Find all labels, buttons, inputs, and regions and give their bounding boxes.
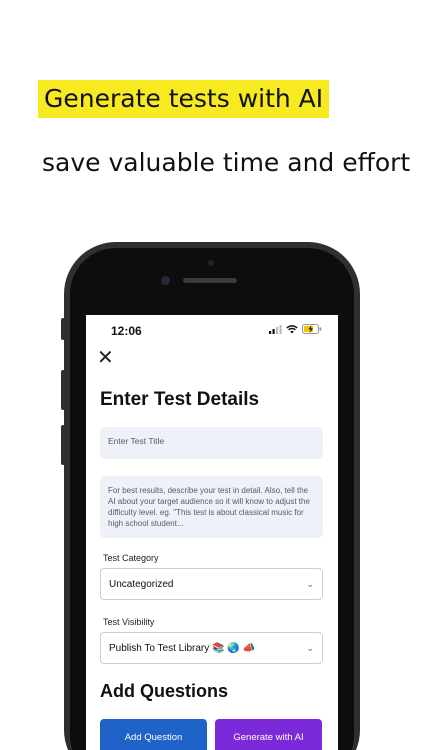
status-icons bbox=[269, 324, 322, 334]
generate-with-ai-button[interactable]: Generate with AI bbox=[215, 719, 322, 750]
mute-switch bbox=[61, 318, 65, 340]
signal-icon bbox=[269, 324, 282, 334]
earpiece-speaker bbox=[183, 278, 237, 283]
category-select[interactable]: Uncategorized ⌄ bbox=[100, 568, 323, 600]
form-title: Enter Test Details bbox=[100, 389, 260, 410]
add-question-button[interactable]: Add Question bbox=[100, 719, 207, 750]
power-button bbox=[355, 372, 359, 432]
wifi-icon bbox=[286, 324, 298, 333]
test-description-input[interactable]: For best results, describe your test in … bbox=[100, 476, 323, 538]
chevron-down-icon: ⌄ bbox=[306, 642, 314, 653]
visibility-select[interactable]: Publish To Test Library 📚 🌏 📣 ⌄ bbox=[100, 632, 323, 664]
volume-down-button bbox=[61, 425, 65, 465]
close-icon[interactable]: ✕ bbox=[97, 346, 114, 370]
volume-up-button bbox=[61, 370, 65, 410]
promo-subline: save valuable time and effort bbox=[42, 148, 411, 177]
add-questions-heading: Add Questions bbox=[100, 681, 229, 701]
proximity-sensor bbox=[208, 260, 214, 266]
status-time: 12:06 bbox=[111, 324, 142, 338]
visibility-value: Publish To Test Library 📚 🌏 📣 bbox=[109, 642, 255, 654]
chevron-down-icon: ⌄ bbox=[306, 578, 314, 589]
front-camera bbox=[161, 276, 170, 285]
battery-icon bbox=[302, 324, 322, 334]
category-label: Test Category bbox=[103, 553, 159, 563]
app-screen: 12:06 ✕ Enter Test Details Enter Test Ti… bbox=[86, 315, 338, 750]
category-value: Uncategorized bbox=[109, 578, 174, 590]
visibility-label: Test Visibility bbox=[103, 617, 155, 627]
test-title-input[interactable]: Enter Test Title bbox=[100, 427, 323, 459]
promo-headline: Generate tests with AI bbox=[38, 80, 330, 118]
